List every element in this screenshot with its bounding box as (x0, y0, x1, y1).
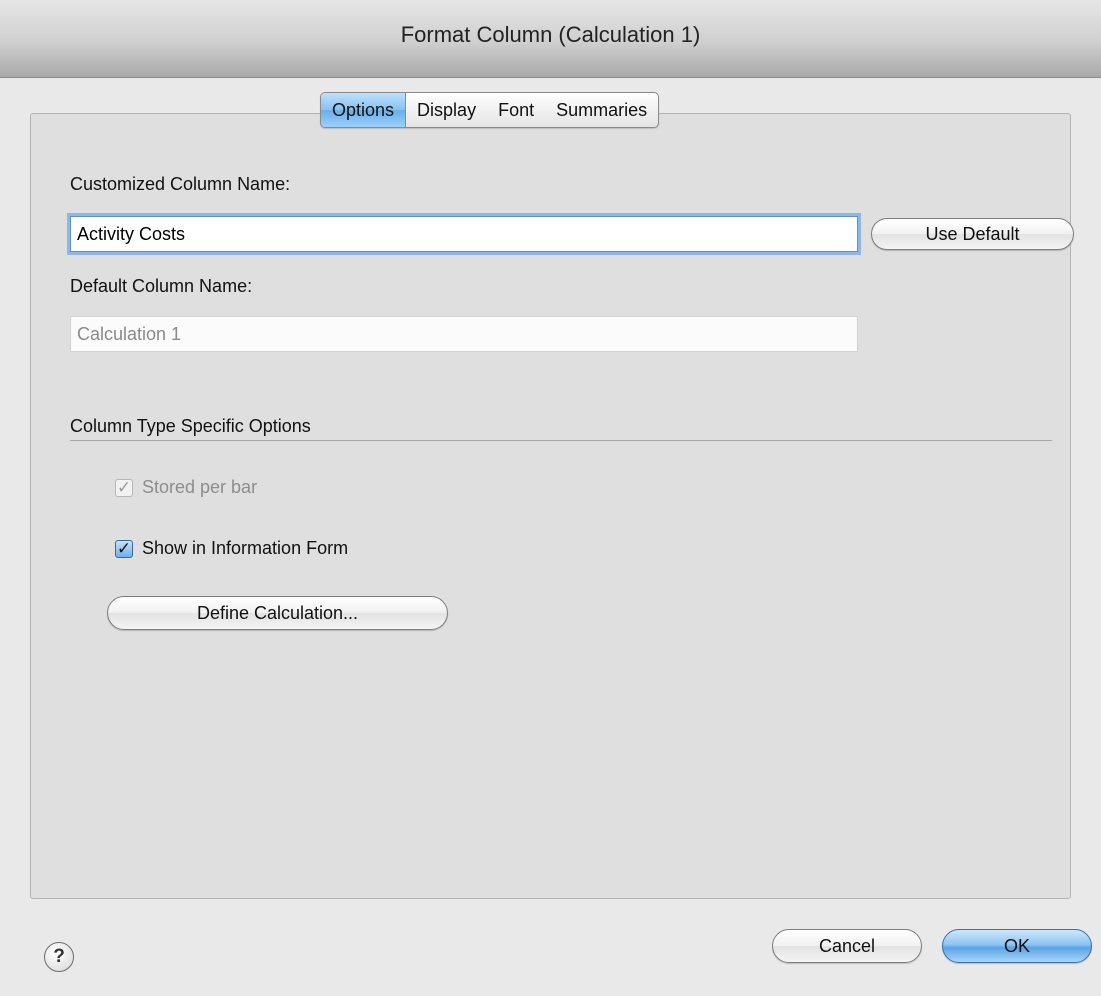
stored-per-bar-checkbox: ✓ (115, 477, 133, 497)
tab-font[interactable]: Font (487, 93, 545, 127)
define-calculation-button[interactable]: Define Calculation... (107, 596, 448, 630)
show-in-form-option[interactable]: ✓ Show in Information Form (115, 538, 348, 559)
tab-options[interactable]: Options (321, 93, 407, 127)
title-bar: Format Column (Calculation 1) (0, 0, 1101, 78)
tab-summaries[interactable]: Summaries (545, 93, 658, 127)
section-title: Column Type Specific Options (70, 416, 311, 436)
use-default-button[interactable]: Use Default (871, 218, 1074, 250)
tab-bar: Options Display Font Summaries (320, 92, 660, 128)
ok-button[interactable]: OK (942, 929, 1092, 963)
default-name-label: Default Column Name: (70, 276, 253, 296)
section-divider (70, 440, 1052, 441)
default-name-field: Calculation 1 (70, 316, 858, 352)
tab-display[interactable]: Display (406, 93, 487, 127)
customized-name-field[interactable]: Activity Costs (70, 216, 858, 252)
show-in-form-checkbox[interactable]: ✓ (115, 539, 133, 558)
cancel-button[interactable]: Cancel (772, 929, 922, 963)
window-title: Format Column (Calculation 1) (400, 22, 701, 47)
help-icon[interactable]: ? (44, 942, 74, 972)
customized-name-label: Customized Column Name: (70, 174, 291, 194)
show-in-form-label: Show in Information Form (142, 538, 349, 558)
stored-per-bar-label: Stored per bar (142, 477, 258, 497)
stored-per-bar-option: ✓ Stored per bar (115, 477, 257, 498)
